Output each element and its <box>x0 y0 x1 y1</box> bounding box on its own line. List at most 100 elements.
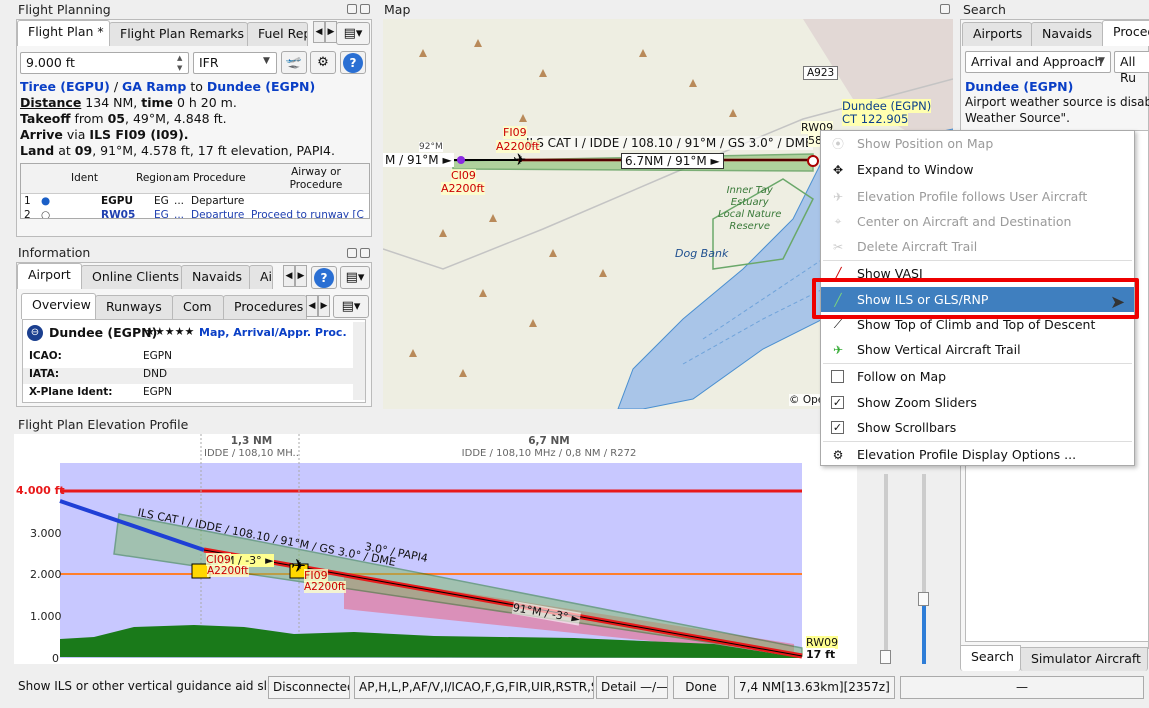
follow-checkbox[interactable] <box>831 370 844 383</box>
weather-notice: Airport weather source is disable <box>965 95 1149 109</box>
horizontal-zoom-handle[interactable] <box>880 650 891 664</box>
y-tick: 0 <box>52 652 59 664</box>
tab-airport[interactable]: Airport <box>17 263 82 289</box>
tab-fuel-report[interactable]: Fuel Report <box>247 22 308 46</box>
help-button[interactable]: ? <box>340 51 366 74</box>
information-tabs: Airport Online Clients Navaids Airspaces <box>17 263 273 289</box>
flight-plan-summary: Tiree (EGPU) / GA Ramp to Dundee (EGPN) … <box>20 79 335 158</box>
menu-show-zoom-sliders[interactable]: ✓ Show Zoom Sliders <box>821 390 1134 415</box>
map-title: Map <box>384 2 411 17</box>
elevation-profile[interactable]: ✈ 1,3 NM IDDE / 108,10 MH... 6,7 NM IDDE… <box>14 434 857 664</box>
altitude-stepper[interactable]: ▲ ▼ <box>177 53 182 73</box>
tab-navaids-search[interactable]: Navaids <box>1031 22 1103 46</box>
aircraft-follow-icon: ✈ <box>832 189 844 204</box>
information-dock-buttons[interactable] <box>347 248 370 258</box>
horizontal-zoom-track[interactable] <box>884 474 888 664</box>
map-dundee-ct: CT 122.905 <box>842 112 909 126</box>
tab-com[interactable]: Com <box>172 295 224 319</box>
tab-flight-plan[interactable]: Flight Plan * <box>17 20 110 46</box>
highlight-box <box>812 278 1139 319</box>
route-to-link[interactable]: Dundee (EGPN) <box>207 79 315 94</box>
info-scrollbar[interactable] <box>353 322 365 400</box>
subtab-menu-button[interactable]: ▤▾ <box>333 295 369 318</box>
tab-flight-plan-remarks[interactable]: Flight Plan Remarks <box>109 22 248 46</box>
info-help-button[interactable]: ? <box>311 266 337 289</box>
map-road-label: A923 <box>803 66 839 80</box>
menu-center-aircraft[interactable]: ⌖ Center on Aircraft and Destination <box>821 209 1134 234</box>
status-distance: 7,4 NM[13.63km][2357z] <box>734 676 895 699</box>
tab-scroll-arrows[interactable]: ◀ ▶ <box>313 21 337 43</box>
runway-filter-select[interactable]: All Ru <box>1114 51 1149 85</box>
map-ci09-label: CI09 <box>451 169 476 182</box>
subtab-scroll-arrows[interactable]: ◀ ▶ <box>306 295 330 317</box>
runway-icon: ○ <box>41 209 51 219</box>
help-icon: ? <box>314 267 334 288</box>
dundee-airport-icon <box>807 155 819 167</box>
tab-airports[interactable]: Airports <box>962 22 1032 46</box>
tab-overview[interactable]: Overview <box>21 293 96 319</box>
route-from-link[interactable]: Tiree (EGPU) <box>20 79 110 94</box>
profile-fi09-alt: A2200ft <box>304 581 346 593</box>
vertical-zoom-handle[interactable] <box>918 592 929 606</box>
profile-canvas[interactable]: ✈ <box>14 434 857 664</box>
vertical-zoom-fill <box>922 606 926 664</box>
tab-procedures-search[interactable]: Procedures <box>1102 20 1149 46</box>
search-bottom-tabs: Search Simulator Aircraft <box>960 645 1148 671</box>
info-menu-button[interactable]: ▤▾ <box>340 266 370 289</box>
tab-runways[interactable]: Runways <box>95 295 173 319</box>
map-dogbank-label: Dog Bank <box>675 247 729 260</box>
menu-delete-trail[interactable]: ✂ Delete Aircraft Trail <box>821 234 1134 259</box>
profile-rw09-elevation: 17 ft <box>806 648 836 661</box>
scrollbars-checkbox[interactable]: ✓ <box>831 421 844 434</box>
chevron-down-icon: ▼ <box>263 56 270 66</box>
tab-online-clients[interactable]: Online Clients <box>81 265 182 289</box>
flight-plan-menu-button[interactable]: ▤▾ <box>336 22 370 45</box>
menu-display-options[interactable]: ⚙ Elevation Profile Display Options ... <box>821 442 1134 467</box>
menu-show-scrollbars[interactable]: ✓ Show Scrollbars <box>821 415 1134 440</box>
menu-expand-to-window[interactable]: ✥ Expand to Window <box>821 157 1134 182</box>
map-fi09-alt: A2200ft <box>496 140 540 153</box>
flight-plan-table[interactable]: Ident Region am Procedure Airway or Proc… <box>20 163 370 219</box>
info-tab-scroll-arrows[interactable]: ◀ ▶ <box>283 265 307 287</box>
map-copyright: © Ope <box>789 394 825 406</box>
menu-show-vertical-trail[interactable]: ✈ Show Vertical Aircraft Trail <box>821 337 1134 362</box>
airport-name: Dundee (EGPN) <box>49 325 158 340</box>
map-dundee-label: Dundee (EGPN) <box>842 99 932 113</box>
tab-navaids[interactable]: Navaids <box>181 265 250 289</box>
y-tick: 3.000 <box>30 527 62 540</box>
calculate-icon[interactable]: ⚙ <box>310 51 336 74</box>
ci09-waypoint <box>457 156 465 164</box>
status-detail: Detail —/— <box>596 676 668 699</box>
zoom-sliders-checkbox[interactable]: ✓ <box>831 396 844 409</box>
status-connection: Disconnected <box>268 676 350 699</box>
table-row[interactable]: 2 ○ RW05 EG ... Departure Proceed to run… <box>21 209 369 219</box>
table-header: Ident Region am Procedure Airway or Proc… <box>21 164 369 194</box>
segment-2-distance: 6,7 NM <box>528 435 570 447</box>
flight-planning-dock-buttons[interactable] <box>347 4 370 14</box>
tab-procedures[interactable]: Procedures <box>223 295 307 319</box>
map-dock-buttons[interactable] <box>940 4 950 14</box>
tab-search[interactable]: Search <box>960 645 1021 671</box>
table-row[interactable]: 1 ● EGPU EG ... Departure <box>21 195 369 208</box>
route-ramp-link[interactable]: GA Ramp <box>122 79 186 94</box>
trail-delete-icon: ✂ <box>832 239 844 254</box>
expand-icon: ✥ <box>832 162 844 177</box>
airport-links[interactable]: Map, Arrival/Appr. Proc. <box>199 326 347 339</box>
chevron-down-icon: ▼ <box>1098 56 1105 66</box>
menu-follow-aircraft[interactable]: ✈ Elevation Profile follows User Aircraft <box>821 184 1134 209</box>
airport-subtabs: Overview Runways Com Procedures <box>21 293 307 319</box>
tab-simulator-aircraft[interactable]: Simulator Aircraft <box>1020 647 1148 671</box>
help-icon: ? <box>343 52 363 73</box>
map-ils-label: ILS CAT I / IDDE / 108.10 / 91°M / GS 3.… <box>526 136 813 150</box>
tab-airspaces[interactable]: Airspaces <box>249 265 273 289</box>
flight-planning-title: Flight Planning <box>18 2 111 17</box>
takeoff-icon[interactable]: 🛫 <box>281 51 307 74</box>
procedure-filter-select[interactable]: Arrival and Approach <box>965 51 1111 73</box>
altitude-spinbox[interactable]: 9.000 ft <box>20 52 189 74</box>
options-icon: ⚙ <box>832 447 844 462</box>
menu-show-position[interactable]: ⦿ Show Position on Map <box>821 131 1134 156</box>
map-fi09-label: FI09 <box>503 126 527 139</box>
status-message: Show ILS or other vertical guidance aid … <box>18 679 267 693</box>
weather-notice-2: Weather Source". <box>965 111 1070 125</box>
menu-follow-on-map[interactable]: Follow on Map <box>821 364 1134 389</box>
